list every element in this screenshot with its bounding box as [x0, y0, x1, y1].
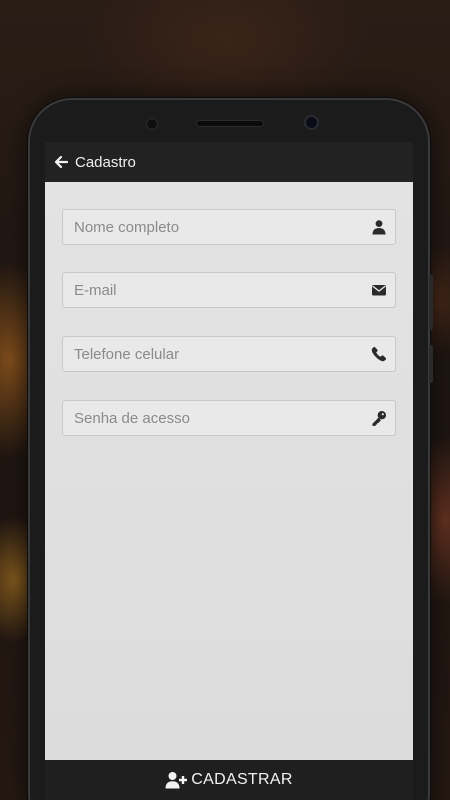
phone-icon — [371, 346, 387, 362]
full-name-input[interactable] — [63, 210, 371, 244]
app-screen: Cadastro Nome completo E-mail Telefone c… — [45, 142, 413, 800]
page-title: Cadastro — [75, 153, 136, 171]
password-input[interactable] — [63, 401, 371, 435]
full-name-field — [62, 209, 396, 245]
front-sensor — [146, 118, 158, 130]
app-bar: Cadastro — [45, 142, 413, 182]
registration-form — [45, 182, 413, 760]
email-input[interactable] — [63, 273, 371, 307]
phone-field — [62, 336, 396, 372]
user-icon — [372, 220, 386, 235]
back-button[interactable] — [54, 155, 68, 169]
envelope-icon — [372, 285, 386, 296]
user-plus-icon — [165, 772, 188, 789]
power-button — [429, 345, 433, 383]
front-camera — [304, 115, 319, 130]
register-button[interactable]: CADASTRAR — [45, 760, 413, 800]
register-button-label: CADASTRAR — [191, 771, 293, 788]
email-field — [62, 272, 396, 308]
phone-input[interactable] — [63, 337, 371, 371]
volume-button — [429, 275, 433, 330]
arrow-left-icon — [54, 155, 68, 169]
earpiece-speaker — [196, 120, 264, 127]
password-field — [62, 400, 396, 436]
key-icon — [372, 411, 386, 426]
